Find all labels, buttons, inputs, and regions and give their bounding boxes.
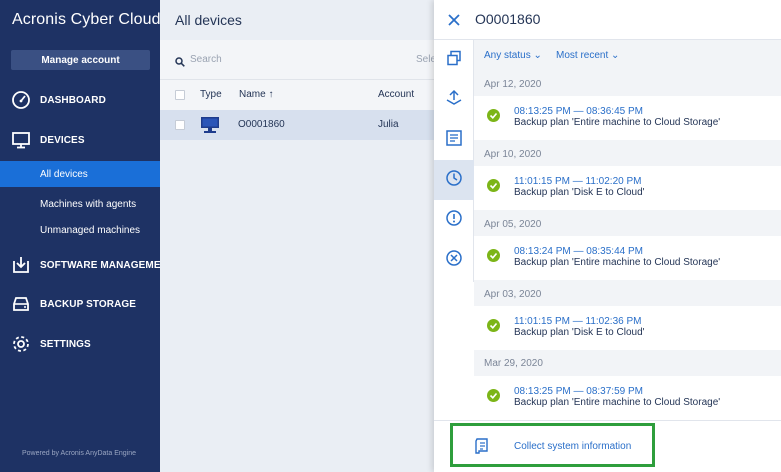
activity-time: 08:13:24 PM — 08:35:44 PM: [514, 246, 643, 257]
gear-icon: [11, 334, 31, 354]
device-details-panel: O0001860 Any status ⌄ Most recent ⌄ Apr …: [434, 0, 781, 472]
nav-backup-storage[interactable]: BACKUP STORAGE: [0, 291, 160, 317]
storage-drive-icon: [11, 294, 31, 314]
success-check-icon: [487, 319, 500, 332]
activity-desc: Backup plan 'Entire machine to Cloud Sto…: [514, 397, 721, 408]
table-row[interactable]: O0001860 Julia: [160, 110, 434, 140]
search-icon: [175, 54, 185, 72]
column-account[interactable]: Account: [378, 89, 414, 100]
scroll-document-icon: [474, 437, 490, 455]
alerts-icon: [445, 209, 463, 232]
tab-report[interactable]: [434, 120, 474, 160]
nav-software-management-label: SOFTWARE MANAGEMENT: [40, 259, 175, 271]
tab-cancel[interactable]: [434, 240, 474, 280]
close-icon[interactable]: [446, 12, 462, 28]
activity-time: 11:01:15 PM — 11:02:20 PM: [514, 176, 642, 187]
devices-list-area: All devices Search Sele Type Name ↑ Acco…: [160, 0, 436, 472]
tab-protect[interactable]: [434, 80, 474, 120]
tab-activities[interactable]: [434, 160, 474, 200]
nav-settings[interactable]: SETTINGS: [0, 331, 160, 357]
collect-label: Collect system information: [514, 440, 632, 452]
activity-desc: Backup plan 'Disk E to Cloud': [514, 187, 645, 198]
device-name: O0001860: [238, 119, 285, 130]
dashboard-gauge-icon: [11, 90, 31, 110]
activities-clock-icon: [445, 169, 463, 192]
row-checkbox[interactable]: [175, 120, 185, 130]
activity-item[interactable]: 11:01:15 PM — 11:02:36 PM Backup plan 'D…: [474, 306, 781, 350]
date-header: Apr 03, 2020: [484, 289, 542, 300]
success-check-icon: [487, 389, 500, 402]
nav-settings-label: SETTINGS: [40, 338, 91, 350]
app-logo: Acronis Cyber Cloud: [12, 11, 161, 28]
device-account: Julia: [378, 119, 399, 130]
success-check-icon: [487, 179, 500, 192]
success-check-icon: [487, 249, 500, 262]
table-header: Type Name ↑ Account: [160, 80, 434, 110]
tab-overview[interactable]: [434, 40, 474, 80]
panel-header: O0001860: [434, 0, 781, 40]
sidebar: Acronis Cyber Cloud Manage account DASHB…: [0, 0, 174, 472]
select-all-checkbox[interactable]: [175, 90, 185, 100]
nav-dashboard[interactable]: DASHBOARD: [0, 87, 160, 113]
success-check-icon: [487, 109, 500, 122]
overview-icon: [446, 50, 462, 71]
panel-footer: Collect system information: [434, 420, 781, 472]
nav-software-management[interactable]: SOFTWARE MANAGEMENT: [0, 252, 174, 278]
nav-devices-label: DEVICES: [40, 134, 85, 146]
activity-item[interactable]: 11:01:15 PM — 11:02:20 PM Backup plan 'D…: [474, 166, 781, 210]
activity-item[interactable]: 08:13:24 PM — 08:35:44 PM Backup plan 'E…: [474, 236, 781, 280]
column-type[interactable]: Type: [200, 89, 222, 100]
report-icon: [445, 129, 463, 152]
chevron-down-icon: ⌄: [533, 50, 542, 61]
activity-desc: Backup plan 'Entire machine to Cloud Sto…: [514, 117, 721, 128]
date-header: Apr 05, 2020: [484, 219, 542, 230]
powered-by-text: Powered by Acronis AnyData Engine: [22, 450, 137, 457]
panel-tabs: [434, 40, 474, 282]
column-name[interactable]: Name ↑: [239, 89, 273, 100]
software-download-icon: [11, 255, 31, 275]
activity-time: 08:13:25 PM — 08:36:45 PM: [514, 106, 643, 117]
date-header: Apr 12, 2020: [484, 79, 542, 90]
collect-system-information-button[interactable]: Collect system information: [474, 437, 631, 455]
sort-filter[interactable]: Most recent ⌄: [556, 50, 619, 61]
search-bar[interactable]: Search Sele: [160, 40, 436, 80]
sidebar-item-machines-with-agents[interactable]: Machines with agents: [0, 191, 160, 217]
status-filter[interactable]: Any status ⌄: [484, 50, 542, 61]
manage-account-button[interactable]: Manage account: [11, 50, 150, 70]
activity-desc: Backup plan 'Disk E to Cloud': [514, 327, 645, 338]
nav-dashboard-label: DASHBOARD: [40, 94, 106, 106]
activity-item[interactable]: 08:13:25 PM — 08:37:59 PM Backup plan 'E…: [474, 376, 781, 420]
search-input[interactable]: Search: [190, 54, 222, 65]
protect-icon: [445, 89, 463, 112]
nav-backup-storage-label: BACKUP STORAGE: [40, 298, 137, 310]
date-header: Mar 29, 2020: [484, 358, 543, 369]
nav-devices[interactable]: DEVICES: [0, 127, 160, 153]
page-title: All devices: [175, 12, 242, 28]
date-header: Apr 10, 2020: [484, 149, 542, 160]
tab-alerts[interactable]: [434, 200, 474, 240]
panel-title: O0001860: [475, 11, 541, 27]
monitor-icon: [11, 130, 31, 150]
activity-filters: Any status ⌄ Most recent ⌄: [474, 40, 781, 70]
activity-list: Any status ⌄ Most recent ⌄ Apr 12, 2020 …: [474, 40, 781, 420]
activity-item[interactable]: 08:13:25 PM — 08:36:45 PM Backup plan 'E…: [474, 96, 781, 140]
activity-time: 11:01:15 PM — 11:02:36 PM: [514, 316, 642, 327]
activity-desc: Backup plan 'Entire machine to Cloud Sto…: [514, 257, 721, 268]
activity-time: 08:13:25 PM — 08:37:59 PM: [514, 386, 643, 397]
chevron-down-icon: ⌄: [611, 50, 620, 61]
sidebar-item-unmanaged-machines[interactable]: Unmanaged machines: [0, 217, 160, 243]
sidebar-item-all-devices[interactable]: All devices: [0, 161, 160, 187]
select-text[interactable]: Sele: [416, 54, 436, 65]
cancel-icon: [445, 249, 463, 272]
desktop-icon: [200, 116, 220, 139]
